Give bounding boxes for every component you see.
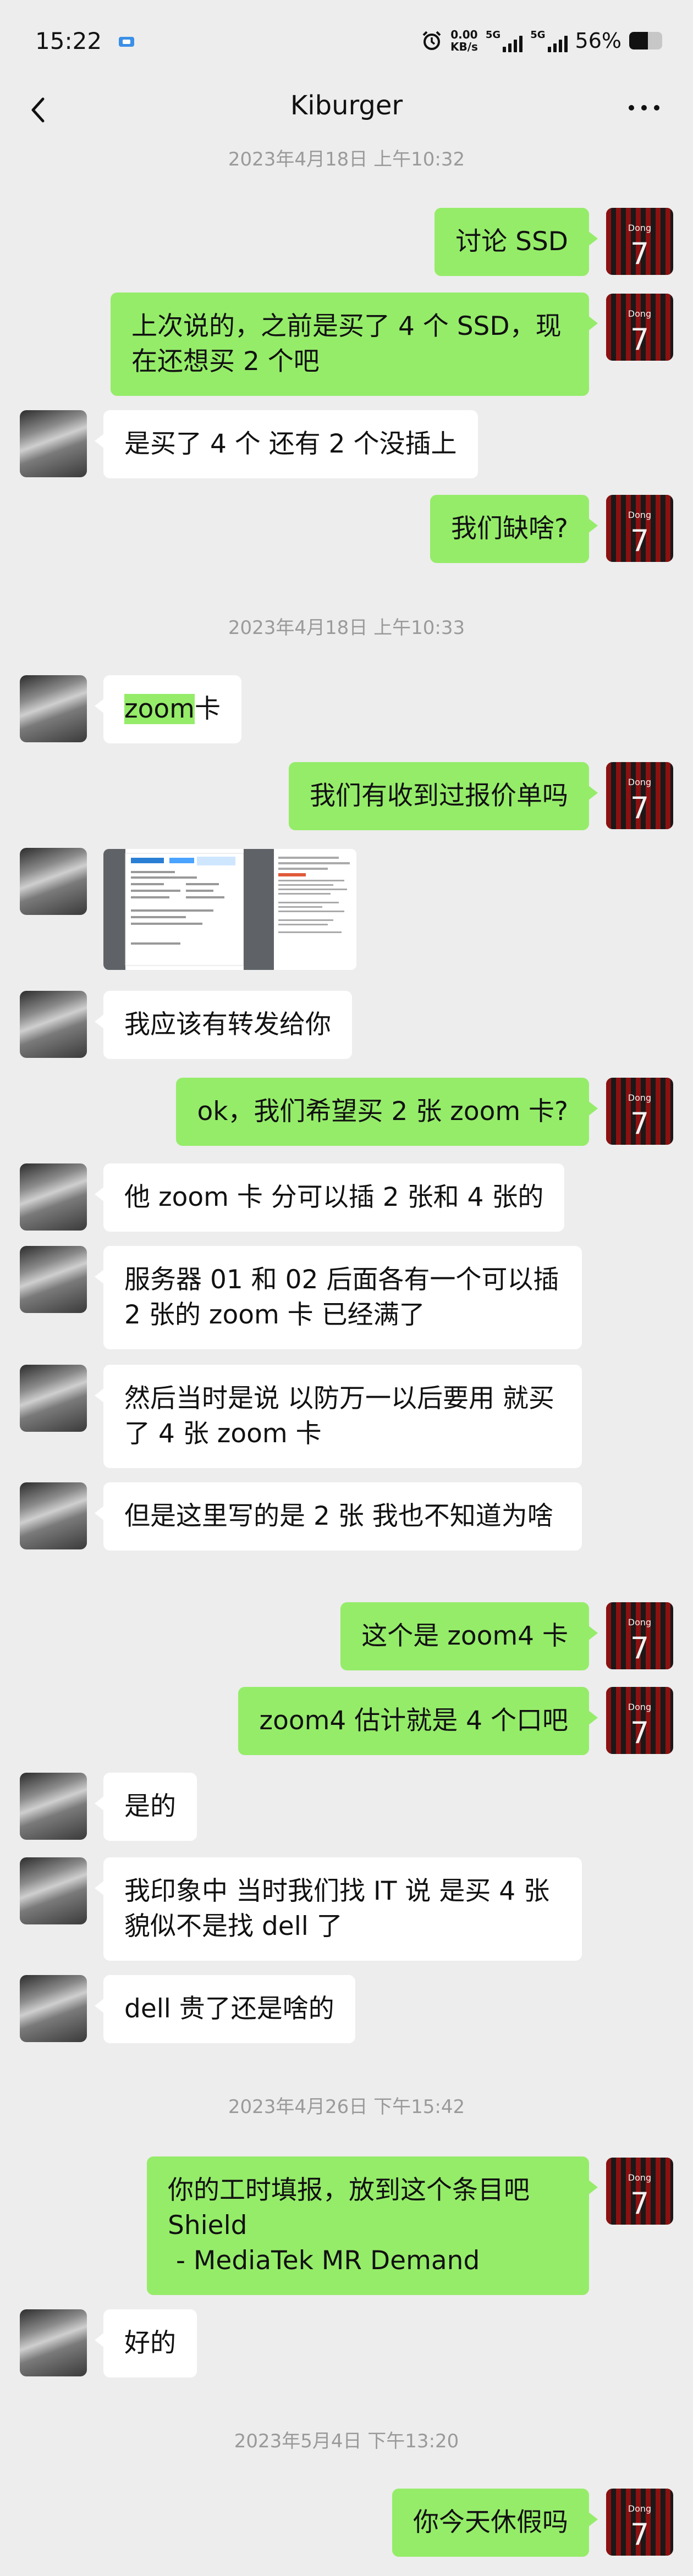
message-bubble-contact[interactable]: 但是这里写的是 2 张 我也不知道为啥 [95,1482,582,1551]
self-avatar[interactable]: Dong 7 [606,208,673,275]
avatar-number-text: 7 [630,791,649,825]
message-bubble-self[interactable]: 这个是 zoom4 卡 [340,1602,598,1670]
status-time: 15:22 [35,27,102,54]
contact-avatar[interactable] [20,2309,87,2376]
contact-avatar[interactable] [20,1975,87,2042]
self-avatar[interactable]: Dong 7 [606,2489,673,2556]
self-avatar[interactable]: Dong 7 [606,1602,673,1669]
contact-avatar[interactable] [20,1246,87,1313]
message-bubble-self[interactable]: ok，我们希望买 2 张 zoom 卡? [176,1078,598,1146]
avatar-name-text: Dong [628,1617,651,1628]
self-avatar[interactable]: Dong 7 [606,762,673,829]
message-bubble-self[interactable]: zoom4 估计就是 4 个口吧 [238,1687,598,1755]
document-screenshot-thumbnail [103,849,356,970]
message-bubble-contact[interactable]: zoom卡 [95,675,241,743]
avatar-number-text: 7 [630,2186,649,2221]
network-speed: 0.00 KB/s [450,28,478,53]
message-bubble-contact[interactable]: 我应该有转发给你 [95,991,352,1059]
avatar-number-text: 7 [630,1631,649,1665]
message-bubble-contact[interactable]: 是的 [95,1773,197,1841]
message-bubble-self[interactable]: 我们有收到过报价单吗 [289,762,598,830]
jersey-avatar-image: Dong 7 [606,1078,670,1145]
timestamp: 2023年4月26日 下午15:42 [228,2096,465,2118]
signal-sim2: 5G [530,29,568,52]
avatar-name-text: Dong [628,1093,651,1103]
self-avatar[interactable]: Dong 7 [606,2158,673,2225]
message-bubble-contact[interactable]: 服务器 01 和 02 后面各有一个可以插 2 张的 zoom 卡 已经满了 [95,1246,582,1349]
avatar-name-text: Dong [628,223,651,233]
jersey-avatar-image: Dong 7 [606,2158,670,2225]
app-notification-icon [119,37,134,47]
message-bubble-self[interactable]: 你的工时填报，放到这个条目吧 Shield - MediaTek MR Dema… [147,2156,598,2295]
avatar-name-text: Dong [628,2172,651,2183]
avatar-name-text: Dong [628,308,651,319]
battery-icon [629,32,662,49]
message-bubble-contact[interactable]: dell 贵了还是啥的 [95,1975,355,2043]
avatar-number-text: 7 [630,523,649,558]
chat-header: Kiburger [0,82,693,137]
timestamp: 2023年4月18日 上午10:32 [228,148,465,170]
contact-avatar[interactable] [20,1365,87,1432]
avatar-name-text: Dong [628,777,651,787]
avatar-number-text: 7 [630,2517,649,2552]
avatar-number-text: 7 [630,1106,649,1141]
contact-avatar[interactable] [20,848,87,915]
contact-avatar[interactable] [20,675,87,742]
timestamp: 2023年4月18日 上午10:33 [228,617,465,639]
self-avatar[interactable]: Dong 7 [606,1687,673,1754]
contact-avatar[interactable] [20,1857,87,1924]
message-bubble-contact[interactable]: 他 zoom 卡 分可以插 2 张和 4 张的 [94,1163,565,1232]
timestamp: 2023年5月4日 下午13:20 [234,2430,459,2452]
more-options-icon[interactable] [625,97,663,119]
avatar-number-text: 7 [630,236,649,271]
alarm-icon [422,31,441,50]
highlighted-text: zoom [124,694,195,724]
avatar-number-text: 7 [630,1716,649,1750]
contact-avatar[interactable] [20,410,87,477]
message-bubble-contact[interactable]: 我印象中 当时我们找 IT 说 是买 4 张 貌似不是找 dell 了 [95,1857,582,1961]
message-bubble-contact[interactable]: 然后当时是说 以防万一以后要用 就买了 4 张 zoom 卡 [95,1365,582,1468]
message-bubble-self[interactable]: 我们缺啥? [430,495,598,563]
jersey-avatar-image: Dong 7 [606,2489,670,2556]
contact-avatar[interactable] [20,991,87,1058]
self-avatar[interactable]: Dong 7 [606,495,673,562]
status-icons: 0.00 KB/s 5G 5G 56% [421,24,662,57]
avatar-number-text: 7 [630,322,649,357]
contact-avatar[interactable] [20,1163,87,1231]
signal-bars-icon [503,36,523,52]
message-bubble-contact[interactable]: 好的 [95,2309,197,2378]
jersey-avatar-image: Dong 7 [606,762,670,829]
message-bubble-contact[interactable]: 是买了 4 个 还有 2 个没插上 [95,410,478,478]
self-avatar[interactable]: Dong 7 [606,294,673,361]
message-bubble-self[interactable]: 你今天休假吗 [392,2489,598,2557]
jersey-avatar-image: Dong 7 [606,495,670,562]
message-bubble-self[interactable]: 上次说的，之前是买了 4 个 SSD，现在还想买 2 个吧 [111,293,598,396]
avatar-name-text: Dong [628,2503,651,2514]
message-bubble-self[interactable]: 讨论 SSD [435,208,598,276]
avatar-name-text: Dong [628,1702,651,1712]
contact-avatar[interactable] [20,1773,87,1840]
signal-sim1: 5G [486,29,523,52]
signal-bars-icon [547,36,568,52]
self-avatar[interactable]: Dong 7 [606,1078,673,1145]
jersey-avatar-image: Dong 7 [606,1687,670,1754]
battery-percent: 56% [575,29,622,53]
jersey-avatar-image: Dong 7 [606,208,670,275]
jersey-avatar-image: Dong 7 [606,1602,670,1669]
contact-avatar[interactable] [20,1482,87,1549]
status-bar: 15:22 0.00 KB/s 5G 5G 56% [0,0,693,82]
chat-title: Kiburger [290,90,403,121]
jersey-avatar-image: Dong 7 [606,294,670,361]
image-message[interactable] [103,849,356,970]
avatar-name-text: Dong [628,510,651,520]
